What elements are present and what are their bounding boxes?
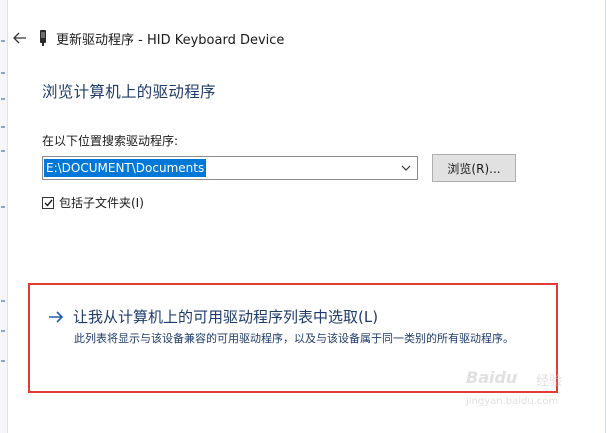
back-button[interactable] [10, 28, 30, 48]
keyboard-device-icon [38, 30, 48, 46]
browse-button[interactable]: 浏览(R)... [432, 154, 516, 182]
search-path-value[interactable]: E:\DOCUMENT\Documents [44, 159, 207, 177]
watermark-brand-cn: 经验 [536, 374, 563, 389]
pick-from-list-link[interactable]: 让我从计算机上的可用驱动程序列表中选取(L) [48, 306, 378, 327]
checkmark-icon [44, 199, 53, 207]
arrow-right-icon [48, 310, 64, 323]
dropdown-button[interactable] [397, 159, 415, 177]
pick-from-list-description: 此列表将显示与该设备兼容的可用驱动程序，以及与该设备属于同一类别的所有驱动程序。 [74, 332, 514, 345]
watermark: Baidu 经验 jingyan.baidu.com [466, 368, 586, 418]
search-location-label: 在以下位置搜索驱动程序: [42, 134, 179, 148]
watermark-url: jingyan.baidu.com [466, 396, 559, 407]
background-window-strip [0, 0, 8, 433]
pick-from-list-label[interactable]: 让我从计算机上的可用驱动程序列表中选取(L) [73, 306, 378, 327]
include-subfolders-label: 包括子文件夹(I) [59, 196, 144, 210]
watermark-brand: Baidu [466, 368, 518, 387]
window-title: 更新驱动程序 - HID Keyboard Device [56, 32, 285, 48]
page-heading: 浏览计算机上的驱动程序 [42, 83, 216, 101]
title-bar: 更新驱动程序 - HID Keyboard Device [10, 25, 410, 51]
include-subfolders-checkbox[interactable] [42, 196, 54, 209]
include-subfolders-option[interactable]: 包括子文件夹(I) [42, 194, 144, 211]
arrow-left-icon [13, 32, 26, 44]
chevron-down-icon [401, 165, 411, 171]
search-path-combobox[interactable]: E:\DOCUMENT\Documents [42, 156, 418, 180]
